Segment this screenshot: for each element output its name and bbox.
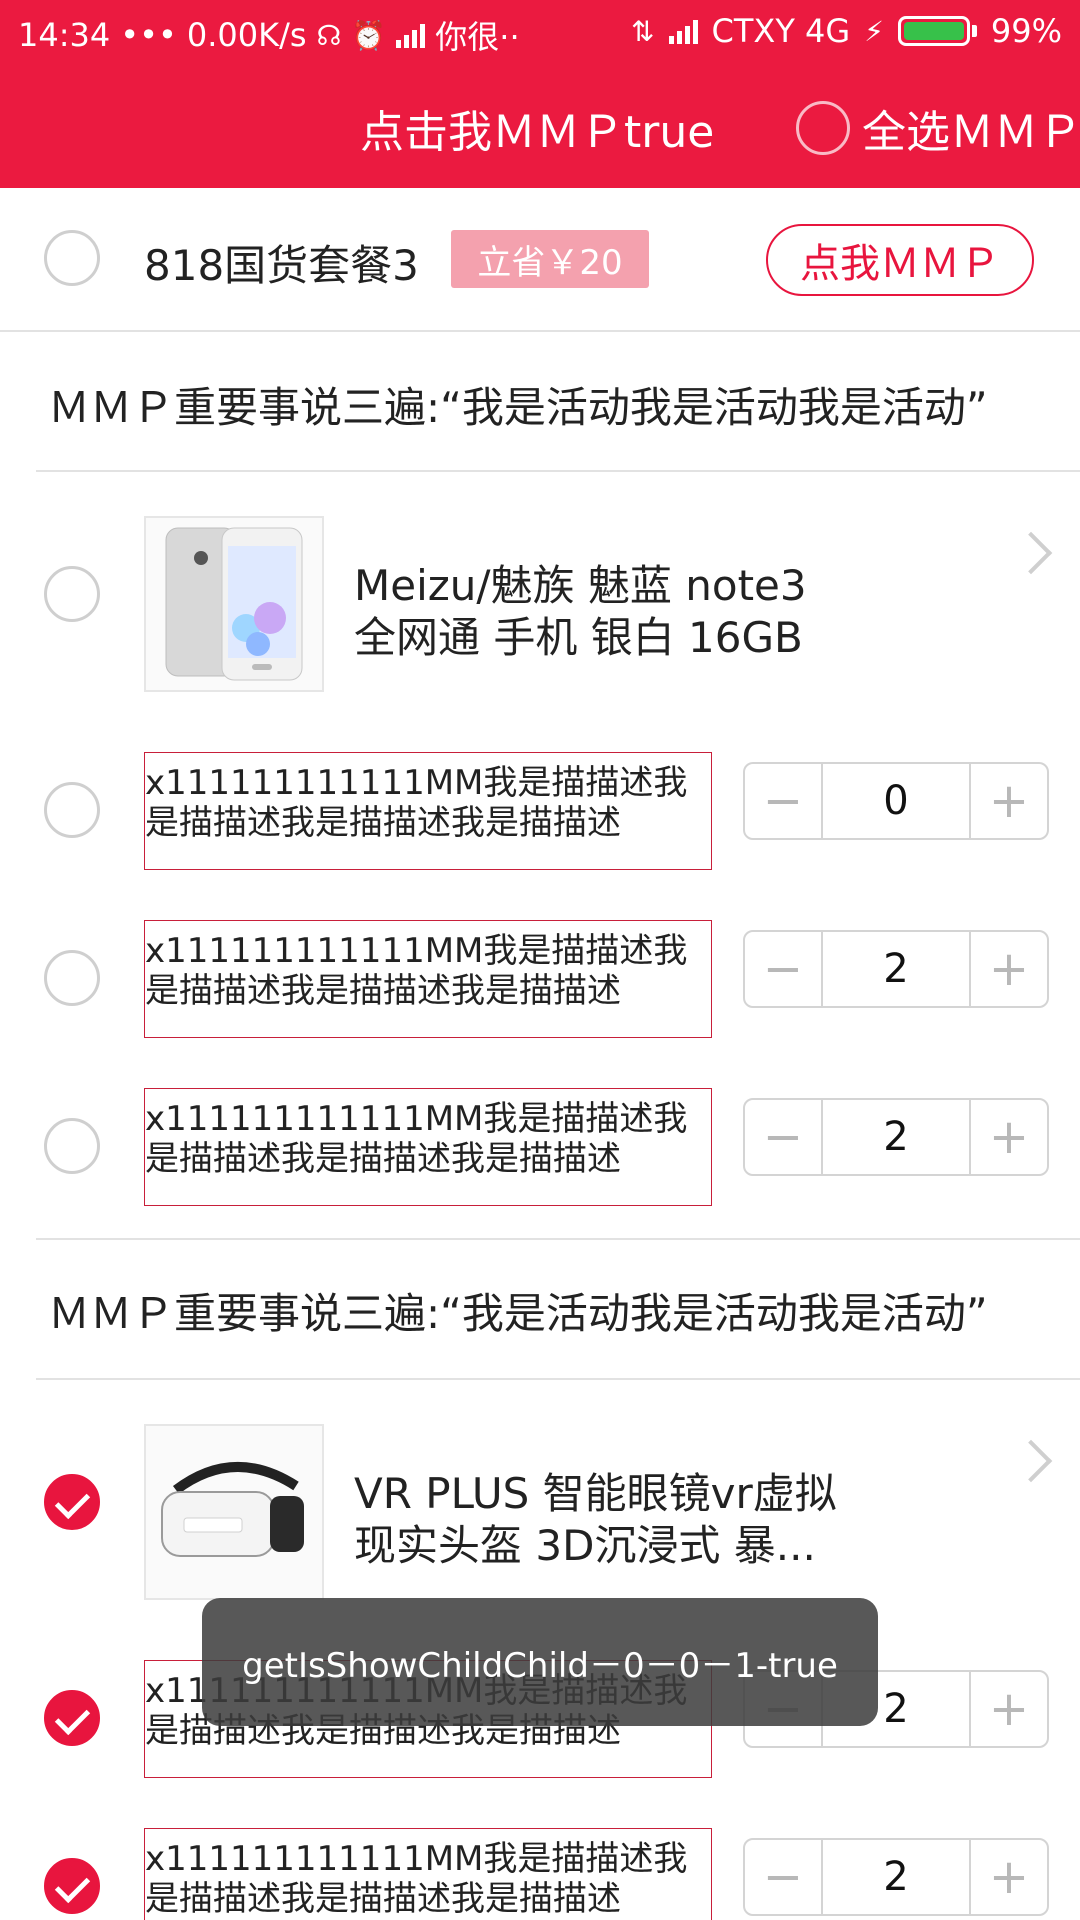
quantity-value[interactable]: 2 bbox=[821, 1840, 971, 1914]
headphones-icon: ☊ bbox=[316, 18, 342, 52]
quantity-value[interactable]: 0 bbox=[821, 764, 971, 838]
minus-button[interactable]: − bbox=[745, 1100, 821, 1174]
quantity-stepper: − 2 + bbox=[743, 1838, 1049, 1916]
item-checkbox[interactable] bbox=[44, 1118, 100, 1174]
alarm-icon: ⏰ bbox=[351, 18, 387, 52]
shop-row: 818国货套餐3 立省￥20 点我ＭＭＰ bbox=[0, 188, 1080, 330]
quantity-stepper: − 2 + bbox=[743, 1098, 1049, 1176]
status-dots: ••• bbox=[120, 16, 177, 54]
product-row[interactable]: Meizu/魅族 魅蓝 note3 全网通 手机 银白 16GB bbox=[0, 516, 1080, 696]
vr-headset-image[interactable] bbox=[144, 1424, 324, 1600]
item-description: x111111111111MM我是描描述我是描描述我是描描述我是描描述 bbox=[144, 752, 712, 870]
divider bbox=[36, 1238, 1080, 1240]
product-name: VR PLUS 智能眼镜vr虚拟 现实头盔 3D沉浸式 暴... bbox=[354, 1468, 914, 1572]
product-name: Meizu/魅族 魅蓝 note3 全网通 手机 银白 16GB bbox=[354, 560, 914, 664]
status-bar: 14:34 ••• 0.00K/s ☊ ⏰ 你很·· ⇅ CTXY 4G ⚡ 9… bbox=[0, 0, 1080, 62]
status-carrier-1: 你很·· bbox=[435, 18, 520, 56]
product-name-line-2: 全网通 手机 银白 16GB bbox=[354, 613, 803, 662]
quantity-value[interactable]: 2 bbox=[821, 932, 971, 1006]
divider bbox=[36, 1378, 1080, 1380]
chevron-right-icon[interactable] bbox=[1009, 531, 1053, 575]
product-checkbox[interactable] bbox=[44, 566, 100, 622]
status-time: 14:34 bbox=[18, 16, 111, 54]
app-header: 14:34 ••• 0.00K/s ☊ ⏰ 你很·· ⇅ CTXY 4G ⚡ 9… bbox=[0, 0, 1080, 188]
battery-icon bbox=[897, 16, 970, 46]
item-description: x111111111111MM我是描描述我是描描述我是描描述我是描描述 bbox=[144, 920, 712, 1038]
item-description: x111111111111MM我是描描述我是描描述我是描描述我是描描述 bbox=[144, 1088, 712, 1206]
title-bar: 点击我ＭＭＰtrue 全选ＭＭＰ bbox=[0, 62, 1080, 188]
product-row[interactable]: VR PLUS 智能眼镜vr虚拟 现实头盔 3D沉浸式 暴... bbox=[0, 1424, 1080, 1604]
battery-tip-icon bbox=[971, 25, 977, 37]
item-checkbox[interactable] bbox=[44, 782, 100, 838]
chevron-right-icon[interactable] bbox=[1009, 1439, 1053, 1483]
toast-message: getIsShowChildChild－0－0－1-true bbox=[202, 1598, 878, 1726]
promo-text: ＭＭＰ重要事说三遍:“我是活动我是活动我是活动” bbox=[48, 1289, 988, 1338]
plus-button[interactable]: + bbox=[971, 764, 1047, 838]
vr-headset-illustration bbox=[146, 1426, 322, 1598]
data-transfer-icon: ⇅ bbox=[631, 14, 655, 48]
status-battery: 99% bbox=[990, 12, 1062, 50]
product-checkbox[interactable] bbox=[44, 1474, 100, 1530]
select-all-label: 全选ＭＭＰ bbox=[862, 107, 1080, 158]
plus-button[interactable]: + bbox=[971, 1100, 1047, 1174]
shop-checkbox[interactable] bbox=[44, 230, 100, 286]
status-speed: 0.00K/s bbox=[186, 16, 307, 54]
plus-button[interactable]: + bbox=[971, 932, 1047, 1006]
shop-name: 818国货套餐3 bbox=[144, 241, 419, 290]
plus-button[interactable]: + bbox=[971, 1840, 1047, 1914]
item-description: x111111111111MM我是描描述我是描描述我是描描述我是描描述 bbox=[144, 1828, 712, 1920]
product-name-line-1: VR PLUS 智能眼镜vr虚拟 bbox=[354, 1469, 837, 1518]
signal-icon bbox=[396, 22, 426, 48]
quantity-stepper: − 0 + bbox=[743, 762, 1049, 840]
minus-button[interactable]: − bbox=[745, 932, 821, 1006]
item-checkbox[interactable] bbox=[44, 1858, 100, 1914]
phone-illustration bbox=[146, 518, 322, 690]
list-item: x111111111111MM我是描描述我是描描述我是描描述我是描描述 − 2 … bbox=[0, 1828, 1080, 1920]
item-checkbox[interactable] bbox=[44, 1690, 100, 1746]
charging-icon: ⚡ bbox=[864, 14, 884, 48]
divider bbox=[0, 330, 1080, 332]
select-all-toggle[interactable]: 全选ＭＭＰ bbox=[796, 96, 1080, 160]
divider bbox=[36, 470, 1080, 472]
signal-icon-2 bbox=[668, 18, 698, 44]
phone-image[interactable] bbox=[144, 516, 324, 692]
list-item: x111111111111MM我是描描述我是描描述我是描描述我是描描述 − 2 … bbox=[0, 920, 1080, 1040]
promo-text: ＭＭＰ重要事说三遍:“我是活动我是活动我是活动” bbox=[48, 383, 988, 432]
shop-action-button[interactable]: 点我ＭＭＰ bbox=[766, 224, 1034, 296]
quantity-value[interactable]: 2 bbox=[821, 1100, 971, 1174]
save-badge: 立省￥20 bbox=[451, 230, 649, 288]
product-name-line-2: 现实头盔 3D沉浸式 暴... bbox=[354, 1521, 816, 1570]
list-item: x111111111111MM我是描描述我是描描述我是描描述我是描描述 − 0 … bbox=[0, 752, 1080, 872]
plus-button[interactable]: + bbox=[971, 1672, 1047, 1746]
list-item: x111111111111MM我是描描述我是描描述我是描描述我是描描述 − 2 … bbox=[0, 1088, 1080, 1208]
item-checkbox[interactable] bbox=[44, 950, 100, 1006]
product-name-line-1: Meizu/魅族 魅蓝 note3 bbox=[354, 561, 807, 610]
status-carrier-2: CTXY 4G bbox=[711, 12, 851, 50]
select-all-radio-icon[interactable] bbox=[796, 101, 850, 155]
minus-button[interactable]: − bbox=[745, 1840, 821, 1914]
page-title[interactable]: 点击我ＭＭＰtrue bbox=[360, 96, 714, 160]
minus-button[interactable]: − bbox=[745, 764, 821, 838]
quantity-stepper: − 2 + bbox=[743, 930, 1049, 1008]
